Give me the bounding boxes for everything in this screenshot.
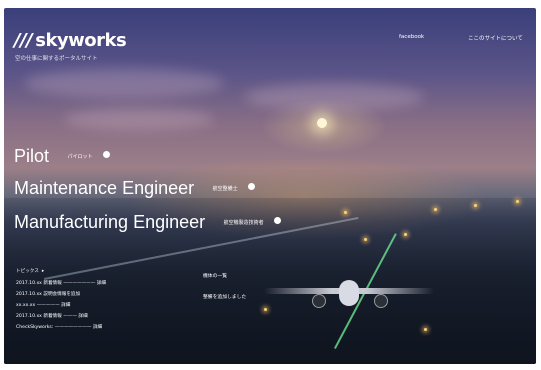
- hero-caption: 機体の一覧 整備を追加しました: [203, 266, 246, 308]
- job-subtitle: 航空機製造技術者: [223, 220, 264, 226]
- runway-light: [424, 328, 427, 331]
- job-subtitle: 航空整備士: [212, 186, 238, 192]
- airplane-engine: [312, 294, 326, 308]
- light-flare: [317, 118, 327, 128]
- logo-text: skyworks: [35, 30, 127, 51]
- nav-about-link[interactable]: ここのサイトについて: [468, 34, 523, 42]
- arrow-circle-icon: [102, 151, 110, 158]
- job-link-maintenance[interactable]: Maintenance Engineer 航空整備士: [14, 178, 256, 199]
- topics-heading: トピックス ▸: [16, 266, 106, 277]
- topic-item[interactable]: xx.xx.xx ————— 詳細: [16, 300, 106, 311]
- job-title: Maintenance Engineer: [14, 178, 195, 198]
- topic-item[interactable]: 2017.10.xx 新着情報 ——— 詳細: [16, 311, 106, 322]
- cloud: [24, 68, 224, 98]
- runway-light: [434, 208, 437, 211]
- runway-light: [474, 204, 477, 207]
- logo-mark: ///: [14, 30, 33, 51]
- job-title: Manufacturing Engineer: [14, 212, 206, 232]
- runway-light: [404, 233, 407, 236]
- topic-item[interactable]: CheckSkyworks: ———————— 詳細: [16, 322, 106, 333]
- airplane-fuselage: [339, 280, 359, 306]
- runway-light: [516, 200, 519, 203]
- topic-item[interactable]: 2017.10.xx 説明会情報を追加: [16, 289, 106, 300]
- cloud: [244, 83, 424, 111]
- page: ///skyworks 空の仕事に関するポータルサイト facebook ここの…: [0, 0, 541, 370]
- topic-item[interactable]: 2017.10.xx 新着情報 ——————— 詳細: [16, 278, 106, 289]
- arrow-circle-icon: [248, 183, 256, 190]
- runway-light: [364, 238, 367, 241]
- airplane-engine: [374, 294, 388, 308]
- cloud: [64, 108, 214, 130]
- arrow-right-icon: ▸: [41, 269, 45, 274]
- caption-line: 整備を追加しました: [203, 295, 247, 300]
- job-title: Pilot: [14, 146, 50, 166]
- site-logo[interactable]: ///skyworks: [14, 30, 127, 51]
- job-link-pilot[interactable]: Pilot パイロット: [14, 146, 110, 167]
- airplane: [264, 278, 434, 318]
- caption-line: 機体の一覧: [203, 274, 227, 279]
- topics-list: トピックス ▸ 2017.10.xx 新着情報 ——————— 詳細 2017.1…: [16, 266, 106, 333]
- runway-light: [344, 211, 347, 214]
- job-subtitle: パイロット: [67, 154, 93, 160]
- topics-heading-label: トピックス: [16, 269, 39, 274]
- job-link-manufacturing[interactable]: Manufacturing Engineer 航空機製造技術者: [14, 212, 282, 233]
- nav-facebook-link[interactable]: facebook: [399, 34, 424, 40]
- arrow-circle-icon: [274, 217, 282, 224]
- site-tagline: 空の仕事に関するポータルサイト: [15, 56, 98, 62]
